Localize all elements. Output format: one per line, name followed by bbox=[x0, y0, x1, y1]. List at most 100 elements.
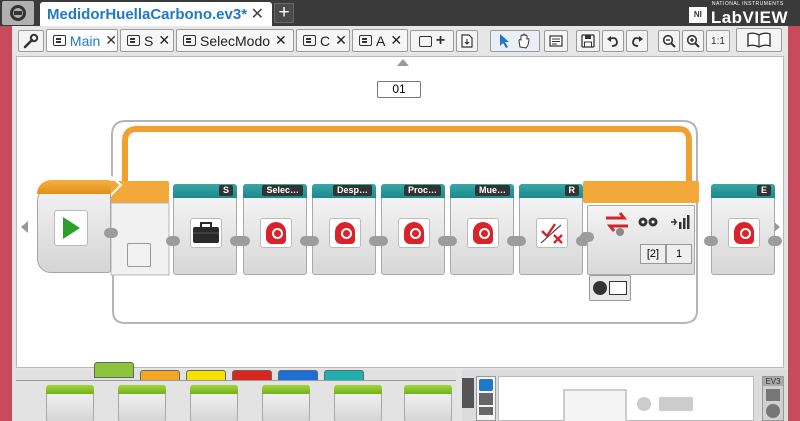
block-mue[interactable]: Mue… bbox=[443, 184, 521, 275]
import-button[interactable] bbox=[456, 30, 478, 52]
palette-medium-motor[interactable] bbox=[46, 385, 94, 421]
tab-selecmodo[interactable]: SelecModo ✕ bbox=[176, 29, 294, 52]
close-tab-icon[interactable]: ✕ bbox=[335, 32, 347, 49]
my-block-head-icon bbox=[467, 218, 499, 248]
briefcase-icon bbox=[190, 218, 222, 248]
tab-a[interactable]: A ✕ bbox=[352, 29, 408, 52]
window-frame: Main ✕ S ✕ SelecModo ✕ C ✕ A ✕ + 1:1 01 … bbox=[0, 26, 800, 421]
block-label: E bbox=[756, 185, 771, 196]
palette-move-tank[interactable] bbox=[262, 385, 310, 421]
compare-mode-icon bbox=[593, 281, 607, 295]
book-icon bbox=[747, 32, 771, 48]
tab-c[interactable]: C ✕ bbox=[296, 29, 350, 52]
close-tab-icon[interactable]: ✕ bbox=[390, 32, 402, 49]
brick-info-icon[interactable] bbox=[479, 379, 493, 391]
tab-label: A bbox=[376, 32, 386, 49]
palette-tab-action[interactable] bbox=[94, 362, 134, 378]
palette-sound[interactable] bbox=[404, 385, 452, 421]
close-tab-icon[interactable]: ✕ bbox=[105, 32, 117, 49]
run-icon[interactable] bbox=[766, 404, 780, 418]
program-icon bbox=[359, 35, 372, 46]
palette-move-steering[interactable] bbox=[190, 385, 238, 421]
close-project-icon[interactable]: ✕ bbox=[251, 4, 264, 24]
program-icon bbox=[183, 35, 196, 46]
tab-toolbar-row: Main ✕ S ✕ SelecModo ✕ C ✕ A ✕ + 1:1 bbox=[12, 26, 788, 54]
tab-s[interactable]: S ✕ bbox=[120, 29, 174, 52]
hand-pan-icon[interactable] bbox=[516, 33, 532, 49]
ni-logo-icon: NI bbox=[688, 7, 707, 23]
sensor-eyes-icon bbox=[638, 214, 658, 230]
block-selec[interactable]: Selec… bbox=[236, 184, 314, 275]
start-block[interactable] bbox=[37, 180, 118, 273]
content-editor-button[interactable] bbox=[736, 28, 782, 52]
comment-icon bbox=[549, 35, 563, 47]
port-view-icon[interactable] bbox=[479, 393, 493, 405]
program-icon bbox=[303, 35, 316, 46]
available-bricks-icon[interactable] bbox=[479, 407, 493, 415]
add-project-button[interactable]: + bbox=[274, 3, 294, 23]
my-block-head-icon bbox=[398, 218, 430, 248]
block-label: S bbox=[218, 185, 233, 196]
block-label: Selec… bbox=[262, 185, 303, 196]
zoom-out-icon bbox=[662, 34, 676, 48]
port-param[interactable]: [2] bbox=[640, 244, 666, 264]
close-tab-icon[interactable]: ✕ bbox=[158, 32, 170, 49]
zoom-in-button[interactable] bbox=[682, 30, 704, 52]
my-block-head-icon bbox=[728, 218, 760, 248]
redo-icon bbox=[632, 36, 643, 47]
brand-name: LabVIEW bbox=[710, 8, 788, 27]
close-tab-icon[interactable]: ✕ bbox=[275, 32, 287, 49]
redo-button[interactable] bbox=[626, 30, 648, 52]
zoom-out-button[interactable] bbox=[658, 30, 680, 52]
panel-collapse-handle[interactable] bbox=[462, 378, 474, 408]
title-bar: MedidorHuellaCarbono.ev3* ✕ + NI NATIONA… bbox=[0, 0, 800, 28]
tab-label: C bbox=[320, 32, 331, 49]
project-properties-button[interactable] bbox=[18, 30, 44, 52]
switch-arrows-icon bbox=[602, 210, 632, 238]
signal-bars-icon bbox=[670, 214, 690, 230]
app-menu-button[interactable] bbox=[2, 1, 34, 25]
document-icon bbox=[461, 34, 473, 48]
zoom-reset-button[interactable]: 1:1 bbox=[706, 30, 730, 52]
cursor-icon[interactable] bbox=[498, 33, 512, 49]
value-param[interactable]: 1 bbox=[666, 244, 692, 264]
block-proc[interactable]: Proc… bbox=[374, 184, 452, 275]
download-icon[interactable] bbox=[766, 389, 780, 401]
play-icon bbox=[54, 210, 88, 246]
tab-label: SelecModo bbox=[200, 32, 271, 49]
programming-canvas[interactable]: 01 S Selec… Desp… Proc… Mue… R [2] 1 E bbox=[16, 56, 784, 368]
undo-button[interactable] bbox=[602, 30, 624, 52]
labview-brand: NI NATIONAL INSTRUMENTS LabVIEW bbox=[688, 1, 788, 28]
loop-exit-block[interactable]: [2] 1 bbox=[580, 205, 695, 275]
block-e[interactable]: E bbox=[704, 184, 782, 275]
palette-display[interactable] bbox=[334, 385, 382, 421]
program-icon bbox=[418, 35, 432, 47]
disconnected-icon bbox=[637, 397, 651, 411]
add-program-button[interactable]: + bbox=[410, 30, 454, 52]
block-r[interactable]: R bbox=[512, 184, 590, 275]
hardware-tab-strip bbox=[476, 376, 496, 421]
my-block-head-icon bbox=[329, 218, 361, 248]
brick-mode-icon bbox=[609, 281, 627, 295]
save-icon bbox=[581, 34, 595, 48]
tab-label: S bbox=[144, 32, 154, 49]
project-name: MedidorHuellaCarbono.ev3* bbox=[47, 5, 248, 23]
palette-large-motor[interactable] bbox=[118, 385, 166, 421]
loop-mode-selector[interactable] bbox=[127, 243, 151, 267]
save-button[interactable] bbox=[576, 30, 600, 52]
mode-selector[interactable] bbox=[589, 275, 631, 301]
brand-small-text: NATIONAL INSTRUMENTS bbox=[711, 1, 784, 7]
project-tab[interactable]: MedidorHuellaCarbono.ev3* ✕ bbox=[40, 2, 272, 26]
program-icon bbox=[127, 35, 140, 46]
block-palette bbox=[16, 362, 456, 421]
select-pan-group[interactable] bbox=[490, 30, 540, 52]
tab-main[interactable]: Main ✕ bbox=[46, 29, 118, 52]
comment-button[interactable] bbox=[544, 30, 568, 52]
start-block-header bbox=[37, 180, 111, 194]
block-desp[interactable]: Desp… bbox=[305, 184, 383, 275]
my-block-head-icon bbox=[260, 218, 292, 248]
plus-icon: + bbox=[435, 32, 446, 49]
block-s[interactable]: S bbox=[166, 184, 244, 275]
zoom-in-icon bbox=[686, 34, 700, 48]
hardware-panel: EV3 bbox=[462, 370, 788, 421]
